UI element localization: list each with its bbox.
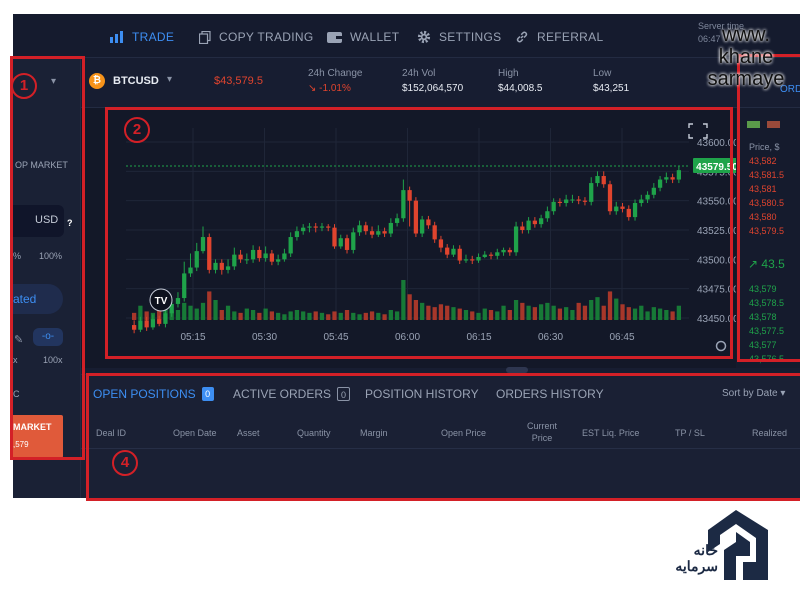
stat-high-label: High [498, 68, 519, 79]
bitcoin-icon: ₿ [89, 73, 105, 89]
annotation-box-3 [737, 54, 800, 362]
nav-trade[interactable]: TRADE [110, 28, 174, 46]
last-price: $43,579.5 [214, 75, 263, 87]
screenshot-stage: TRADE COPY TRADING WALLET SETTINGS REFER… [0, 0, 800, 600]
khane-sarmaye-logo: خانه سرمایه [640, 500, 780, 592]
stat-low-label: Low [593, 68, 612, 79]
watermark-line1: www. [722, 24, 770, 46]
nav-copy-trading-label: COPY TRADING [219, 30, 314, 44]
stat-volume-label: 24h Vol [402, 68, 436, 79]
bar-chart-icon [110, 31, 123, 43]
annotation-box-4 [86, 373, 800, 501]
stat-change-value: ↘ -1.01% [308, 83, 351, 94]
ticker-bar: ₿ BTCUSD ▾ $43,579.5 24h Change ↘ -1.01%… [81, 58, 800, 108]
wallet-icon [327, 31, 342, 43]
annotation-number-1: 1 [11, 73, 37, 99]
stat-low-value: $43,251 [593, 83, 630, 94]
link-icon [516, 31, 528, 43]
symbol-selector[interactable]: BTCUSD [113, 75, 159, 87]
nav-copy-trading[interactable]: COPY TRADING [199, 28, 314, 46]
stat-change-number: -1.01% [319, 83, 351, 94]
nav-referral-label: REFERRAL [537, 30, 604, 44]
annotation-number-2: 2 [124, 117, 150, 143]
annotation-number-4: 4 [112, 450, 138, 476]
logo-text: خانه سرمایه [675, 542, 718, 574]
chevron-down-icon[interactable]: ▾ [167, 74, 172, 85]
nav-settings-label: SETTINGS [439, 30, 502, 44]
annotation-box-2 [105, 107, 733, 359]
watermark: www. khane sarmaye [694, 24, 798, 90]
nav-settings[interactable]: SETTINGS [417, 28, 501, 46]
stat-change-label: 24h Change [308, 68, 363, 79]
nav-wallet-label: WALLET [350, 30, 400, 44]
nav-trade-label: TRADE [132, 30, 175, 44]
gear-icon [417, 30, 431, 44]
nav-wallet[interactable]: WALLET [327, 28, 399, 46]
annotation-box-1 [10, 56, 85, 460]
nav-referral[interactable]: REFERRAL [515, 28, 603, 46]
watermark-line3: sarmaye [707, 68, 785, 90]
stat-high-value: $44,008.5 [498, 83, 543, 94]
copy-icon [199, 30, 211, 44]
top-navigation: TRADE COPY TRADING WALLET SETTINGS REFER… [13, 14, 800, 58]
stat-volume-value: $152,064,570 [402, 83, 464, 94]
watermark-line2: khane [718, 46, 774, 68]
